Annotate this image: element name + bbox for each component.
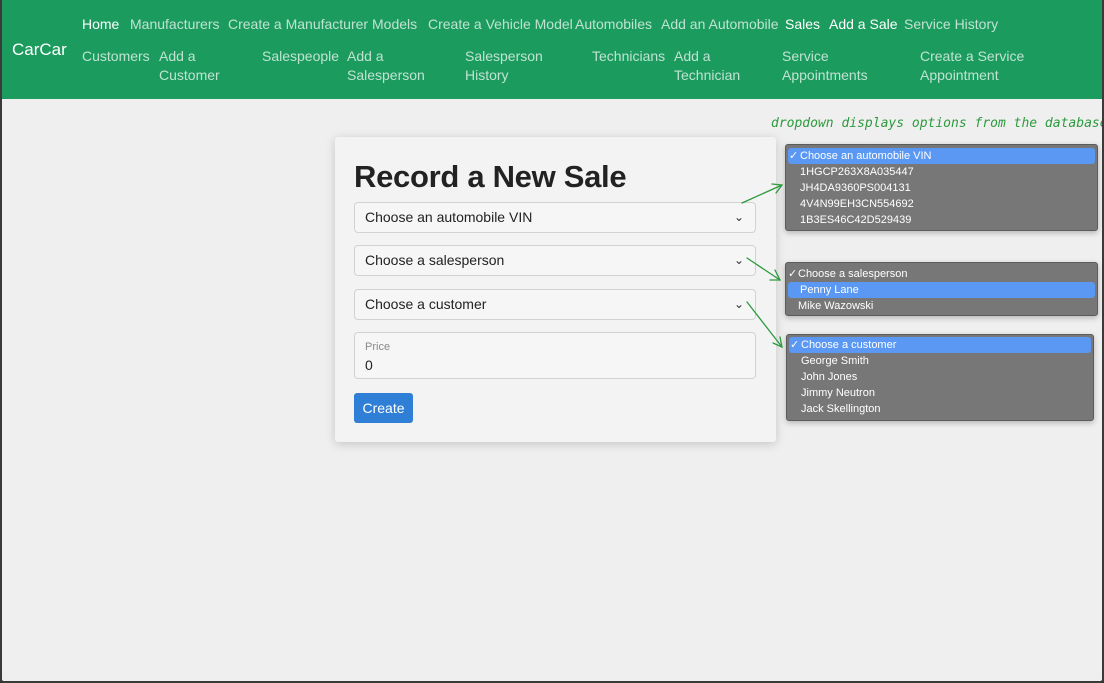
arrow-to-vin-dropdown xyxy=(741,184,783,204)
arrow-to-customer-dropdown xyxy=(746,301,783,348)
annotation-arrows xyxy=(741,183,784,349)
browser-window: CarCar Home Manufacturers Create a Manuf… xyxy=(0,0,1104,683)
arrow-to-salesperson-dropdown xyxy=(746,257,781,281)
